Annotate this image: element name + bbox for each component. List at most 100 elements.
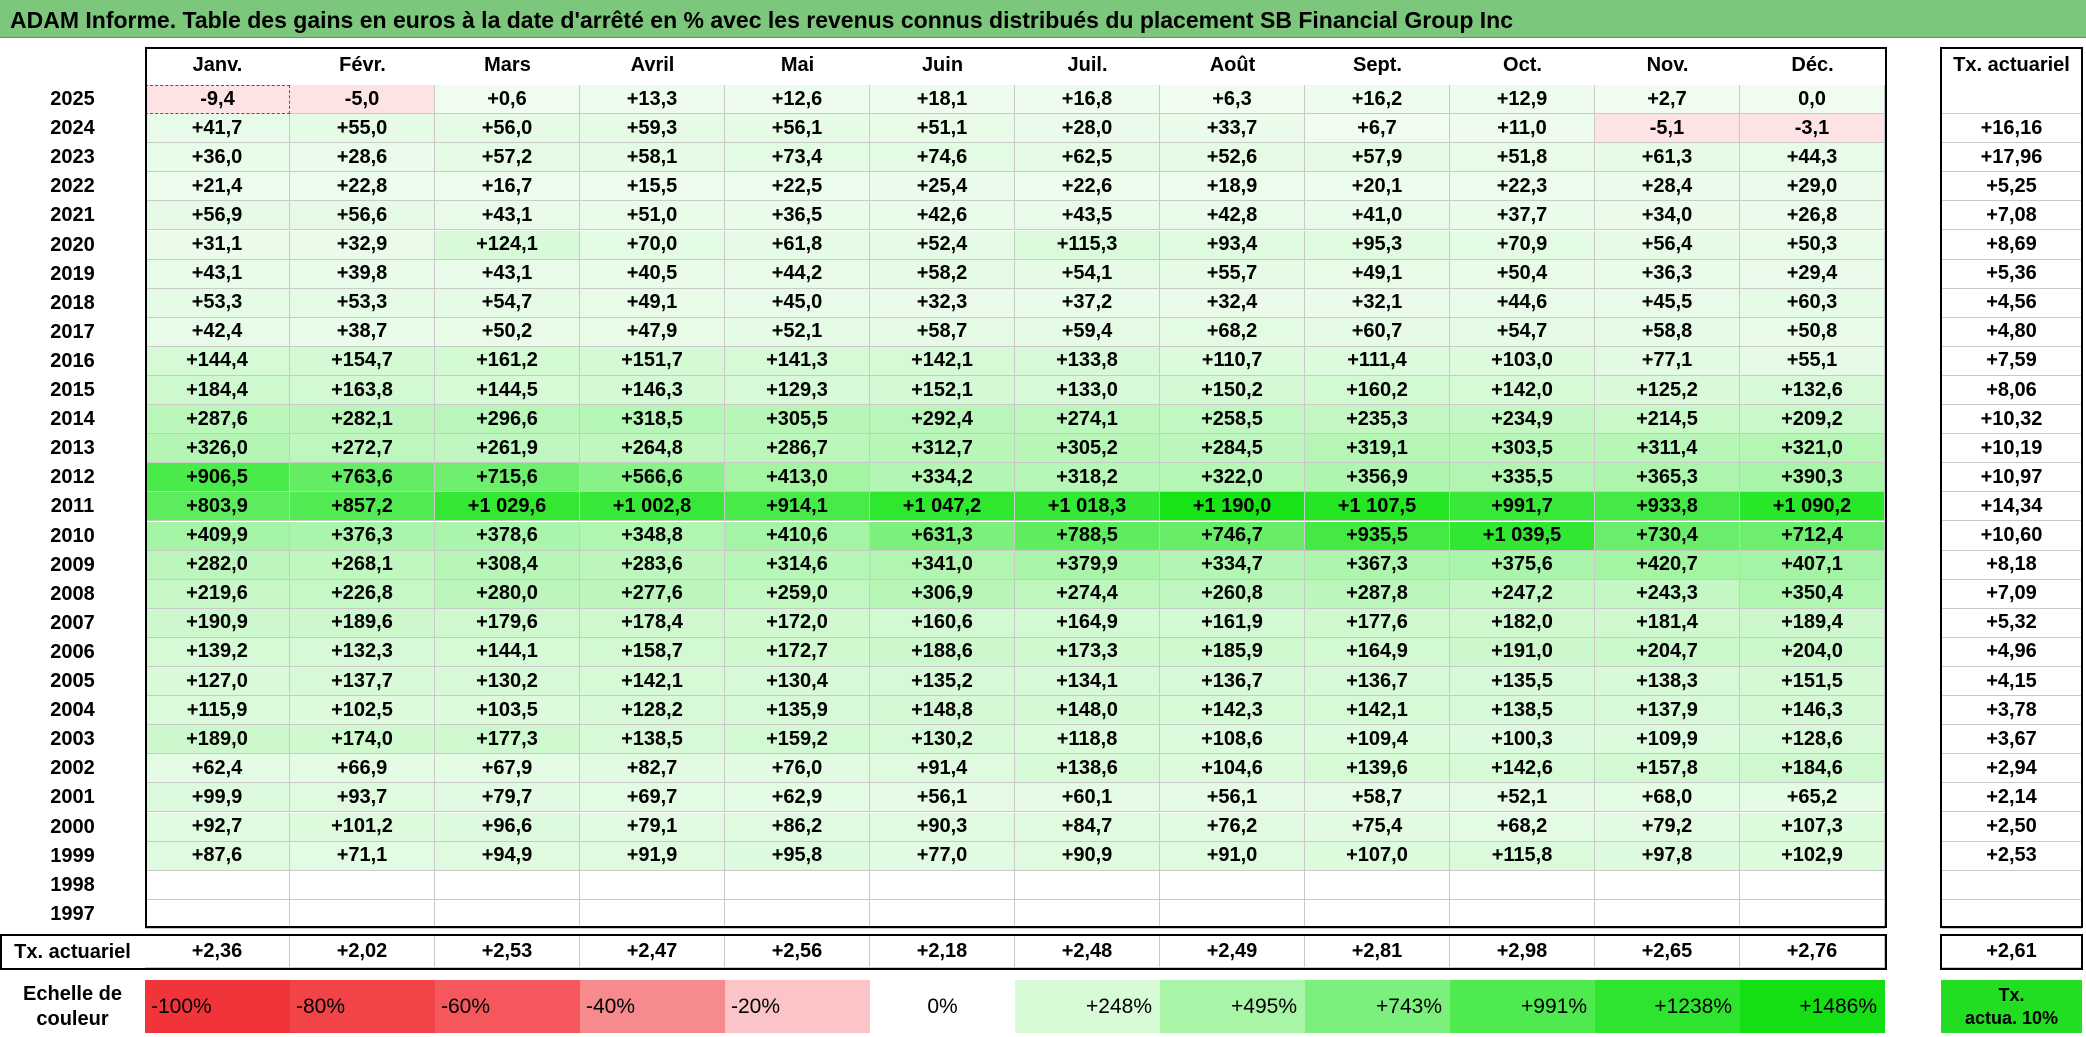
table-cell[interactable]: +184,6 (1740, 754, 1885, 784)
table-cell[interactable]: +41,7 (145, 114, 290, 144)
table-cell[interactable]: +365,3 (1595, 463, 1740, 493)
table-cell[interactable]: +57,2 (435, 143, 580, 173)
table-cell[interactable]: +118,8 (1015, 725, 1160, 755)
table-cell[interactable]: +268,1 (290, 550, 435, 580)
table-cell[interactable]: +90,9 (1015, 841, 1160, 871)
table-cell[interactable]: -5,1 (1595, 114, 1740, 144)
table-cell[interactable]: +109,9 (1595, 725, 1740, 755)
table-cell[interactable]: +277,6 (580, 579, 725, 609)
table-cell[interactable]: +56,0 (435, 114, 580, 144)
table-cell[interactable]: +191,0 (1450, 637, 1595, 667)
table-cell[interactable]: +286,7 (725, 434, 870, 464)
table-cell[interactable]: +204,0 (1740, 637, 1885, 667)
table-cell[interactable]: +219,6 (145, 579, 290, 609)
table-cell[interactable]: +128,6 (1740, 725, 1885, 755)
table-cell[interactable]: +181,4 (1595, 608, 1740, 638)
table-cell[interactable]: 0,0 (1740, 85, 1885, 115)
table-cell[interactable]: +280,0 (435, 579, 580, 609)
table-cell[interactable]: +305,5 (725, 405, 870, 435)
table-cell[interactable]: +79,2 (1595, 812, 1740, 842)
table-cell[interactable]: +178,4 (580, 608, 725, 638)
table-cell[interactable]: +102,9 (1740, 841, 1885, 871)
table-cell[interactable]: +272,7 (290, 434, 435, 464)
table-cell[interactable]: +51,1 (870, 114, 1015, 144)
table-cell[interactable]: +335,5 (1450, 463, 1595, 493)
table-cell[interactable]: +60,1 (1015, 783, 1160, 813)
table-cell[interactable]: +103,0 (1450, 346, 1595, 376)
table-cell[interactable]: +95,3 (1305, 230, 1450, 260)
table-cell[interactable]: +104,6 (1160, 754, 1305, 784)
table-cell[interactable]: +74,6 (870, 143, 1015, 173)
table-cell[interactable]: +159,2 (725, 725, 870, 755)
table-cell[interactable] (580, 870, 725, 900)
table-cell[interactable]: +715,6 (435, 463, 580, 493)
table-cell[interactable]: +420,7 (1595, 550, 1740, 580)
table-cell[interactable] (1740, 899, 1885, 929)
table-cell[interactable]: +259,0 (725, 579, 870, 609)
table-cell[interactable]: +261,9 (435, 434, 580, 464)
table-cell[interactable]: +54,7 (435, 288, 580, 318)
table-cell[interactable]: +32,3 (870, 288, 1015, 318)
table-cell[interactable]: +730,4 (1595, 521, 1740, 551)
table-cell[interactable]: +712,4 (1740, 521, 1885, 551)
table-cell[interactable]: +274,4 (1015, 579, 1160, 609)
table-cell[interactable]: +90,3 (870, 812, 1015, 842)
table-cell[interactable]: +991,7 (1450, 492, 1595, 522)
table-cell[interactable]: +314,6 (725, 550, 870, 580)
table-cell[interactable]: +52,4 (870, 230, 1015, 260)
table-cell[interactable]: +101,2 (290, 812, 435, 842)
table-cell[interactable]: +235,3 (1305, 405, 1450, 435)
table-cell[interactable]: +128,2 (580, 696, 725, 726)
table-cell[interactable]: +65,2 (1740, 783, 1885, 813)
table-cell[interactable]: +284,5 (1160, 434, 1305, 464)
table-cell[interactable] (290, 870, 435, 900)
table-cell[interactable]: +36,3 (1595, 259, 1740, 289)
table-cell[interactable]: +87,6 (145, 841, 290, 871)
table-cell[interactable]: +311,4 (1595, 434, 1740, 464)
table-cell[interactable]: +36,0 (145, 143, 290, 173)
table-cell[interactable]: +172,7 (725, 637, 870, 667)
table-cell[interactable] (1740, 870, 1885, 900)
table-cell[interactable]: +56,1 (870, 783, 1015, 813)
table-cell[interactable]: +188,6 (870, 637, 1015, 667)
table-cell[interactable] (1450, 899, 1595, 929)
table-cell[interactable] (1450, 870, 1595, 900)
table-cell[interactable]: +52,1 (725, 317, 870, 347)
table-cell[interactable]: +142,0 (1450, 376, 1595, 406)
table-cell[interactable]: +16,2 (1305, 85, 1450, 115)
table-cell[interactable]: +296,6 (435, 405, 580, 435)
table-cell[interactable] (870, 899, 1015, 929)
table-cell[interactable]: +292,4 (870, 405, 1015, 435)
table-cell[interactable]: -9,4 (145, 85, 290, 115)
table-cell[interactable]: +148,8 (870, 696, 1015, 726)
table-cell[interactable]: +127,0 (145, 667, 290, 697)
table-cell[interactable]: +92,7 (145, 812, 290, 842)
table-cell[interactable]: +55,7 (1160, 259, 1305, 289)
table-cell[interactable]: +41,0 (1305, 201, 1450, 231)
table-cell[interactable]: +93,4 (1160, 230, 1305, 260)
table-cell[interactable]: +914,1 (725, 492, 870, 522)
table-cell[interactable]: +62,9 (725, 783, 870, 813)
table-cell[interactable]: +154,7 (290, 346, 435, 376)
table-cell[interactable]: +110,7 (1160, 346, 1305, 376)
table-cell[interactable]: +22,8 (290, 172, 435, 202)
table-cell[interactable]: +151,7 (580, 346, 725, 376)
table-cell[interactable]: +376,3 (290, 521, 435, 551)
table-cell[interactable]: +138,5 (580, 725, 725, 755)
table-cell[interactable]: +67,9 (435, 754, 580, 784)
table-cell[interactable]: +1 190,0 (1160, 492, 1305, 522)
table-cell[interactable] (870, 870, 1015, 900)
table-cell[interactable]: +50,2 (435, 317, 580, 347)
table-cell[interactable]: +631,3 (870, 521, 1015, 551)
table-cell[interactable] (1595, 870, 1740, 900)
table-cell[interactable]: +68,2 (1450, 812, 1595, 842)
table-cell[interactable]: +157,8 (1595, 754, 1740, 784)
table-cell[interactable]: +93,7 (290, 783, 435, 813)
table-cell[interactable]: +22,5 (725, 172, 870, 202)
table-cell[interactable]: +56,9 (145, 201, 290, 231)
table-cell[interactable]: +58,2 (870, 259, 1015, 289)
table-cell[interactable]: +58,7 (870, 317, 1015, 347)
table-cell[interactable]: +22,3 (1450, 172, 1595, 202)
table-cell[interactable] (1015, 870, 1160, 900)
table-cell[interactable]: +15,5 (580, 172, 725, 202)
